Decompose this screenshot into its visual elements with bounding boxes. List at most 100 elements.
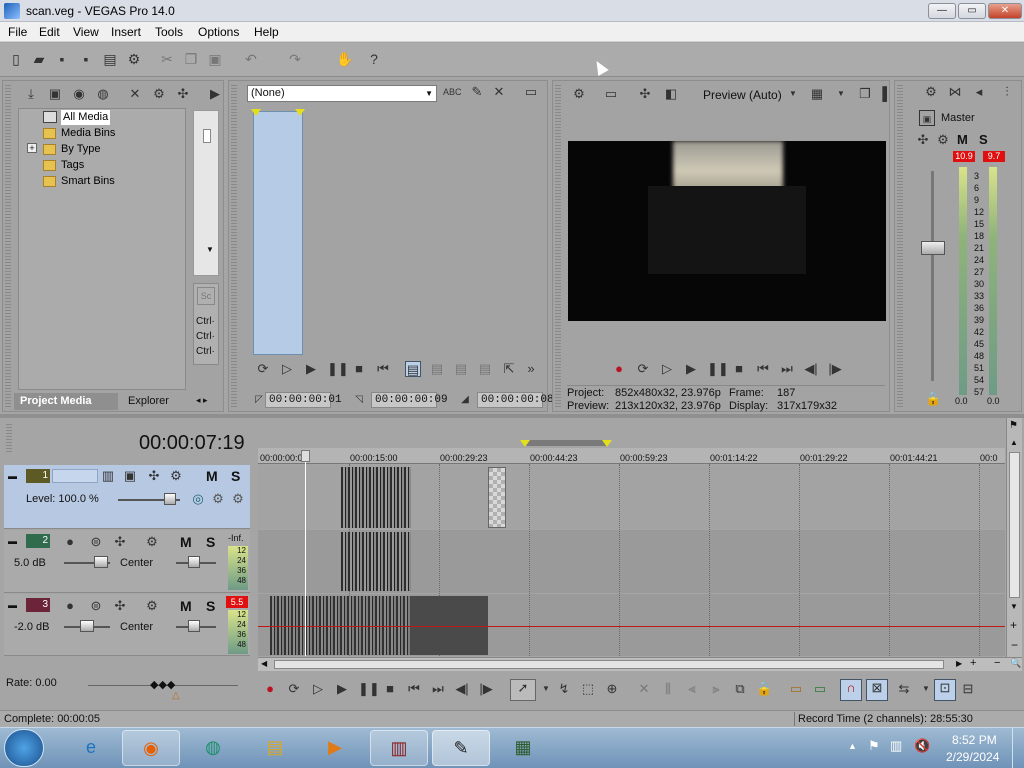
maximize-button[interactable]: ▭ bbox=[958, 3, 986, 19]
tree-item-smart-bins[interactable]: Smart Bins bbox=[61, 174, 115, 189]
tray-expand-icon[interactable]: ▲ bbox=[848, 741, 857, 751]
loop-icon[interactable]: ⟳ bbox=[286, 681, 302, 697]
add-region-icon[interactable]: ⇱ bbox=[501, 361, 517, 377]
invert-phase-icon[interactable]: ⊜ bbox=[88, 534, 104, 550]
playhead-cursor[interactable] bbox=[305, 450, 306, 656]
track-motion-icon[interactable]: ▣ bbox=[122, 468, 138, 484]
auto-crossfade-icon[interactable]: ⊠ bbox=[866, 679, 888, 701]
taskbar-clock-time[interactable]: 8:52 PM bbox=[952, 733, 997, 747]
zoom-in-icon[interactable]: + bbox=[970, 657, 976, 669]
loop-start-marker[interactable] bbox=[520, 440, 530, 447]
chevron-down-icon[interactable]: ▼ bbox=[833, 86, 849, 102]
master-fx-icon[interactable]: ⚙ bbox=[935, 132, 951, 148]
tab-explorer[interactable]: Explorer bbox=[122, 393, 186, 410]
solo-button[interactable]: S bbox=[231, 468, 240, 484]
play-icon[interactable]: ▶ bbox=[207, 86, 223, 102]
level-slider-handle[interactable] bbox=[164, 493, 176, 505]
trimmer-timecode-in[interactable]: 00:00:00:01 bbox=[265, 392, 342, 408]
previous-frame-icon[interactable]: ◀| bbox=[454, 681, 470, 697]
vscroll-thumb[interactable] bbox=[1009, 452, 1020, 598]
video-fx-icon[interactable]: ◧ bbox=[663, 86, 679, 102]
chevron-down-icon[interactable]: ▼ bbox=[538, 681, 554, 697]
tab-project-media[interactable]: Project Media bbox=[14, 393, 118, 410]
mute-button[interactable]: M bbox=[180, 598, 192, 614]
copy-snapshot-icon[interactable]: ❐ bbox=[857, 86, 873, 102]
pause-icon[interactable]: ❚❚ bbox=[707, 361, 729, 377]
trimmer-clip[interactable] bbox=[253, 111, 303, 355]
action-center-flag-icon[interactable]: ⚑ bbox=[868, 738, 880, 754]
audio-clip-events-2[interactable] bbox=[341, 532, 411, 591]
remove-icon[interactable]: ✕ bbox=[127, 86, 143, 102]
ignore-grouping-icon[interactable]: ⊟ bbox=[960, 681, 976, 697]
trim-start-icon[interactable]: ⫷ bbox=[684, 681, 700, 697]
help-icon[interactable]: ? bbox=[366, 51, 382, 67]
scroll-right-icon[interactable]: ▶ bbox=[956, 659, 962, 668]
capture-icon[interactable]: ▣ bbox=[47, 86, 63, 102]
previous-frame-icon[interactable]: ◀| bbox=[803, 361, 819, 377]
compositing-icon[interactable]: ◎ bbox=[190, 491, 206, 507]
lock-envelopes-icon[interactable]: ⊡ bbox=[934, 679, 956, 701]
mute-button[interactable]: M bbox=[180, 534, 192, 550]
go-to-end-icon[interactable]: ⏭ bbox=[779, 361, 795, 377]
zoom-out-icon[interactable]: − bbox=[1011, 638, 1018, 652]
trimmer-in-marker[interactable] bbox=[251, 109, 261, 116]
auto-ripple-icon[interactable]: ⇆ bbox=[896, 681, 912, 697]
zoom-in-icon[interactable]: + bbox=[1010, 618, 1017, 632]
new-icon[interactable]: ▯ bbox=[8, 51, 24, 67]
properties-icon[interactable]: ⚙ bbox=[151, 86, 167, 102]
get-media-icon[interactable]: ◉ bbox=[71, 86, 87, 102]
show-desktop-button[interactable] bbox=[1012, 728, 1024, 768]
clear-icon[interactable]: ✎ bbox=[469, 84, 485, 100]
master-solo-button[interactable]: S bbox=[979, 132, 988, 147]
menu-help[interactable]: Help bbox=[254, 25, 279, 39]
loop-icon[interactable]: ⟳ bbox=[635, 361, 651, 377]
track-settings-icon[interactable]: ⚙ bbox=[144, 534, 160, 550]
media-scrollbar[interactable]: ▼ bbox=[193, 110, 219, 276]
playhead-handle[interactable] bbox=[301, 450, 310, 462]
track-header-1[interactable]: ▬ 1 ▥ ▣ ✣ ⚙ M S Level: 100.0 % ◎ ⚙ ⚙ bbox=[4, 465, 250, 529]
trimmer-out-marker[interactable] bbox=[295, 109, 305, 116]
stop-icon[interactable]: ■ bbox=[351, 361, 367, 377]
minimize-button[interactable]: — bbox=[928, 3, 956, 19]
parent-icon[interactable]: ⚙ bbox=[230, 491, 246, 507]
loop-region-bar[interactable] bbox=[524, 440, 608, 446]
zoom-out-icon[interactable]: − bbox=[994, 657, 1000, 669]
close-button[interactable]: ✕ bbox=[988, 3, 1022, 19]
marker-flag-icon[interactable]: ⚑ bbox=[1009, 420, 1018, 431]
menu-insert[interactable]: Insert bbox=[111, 25, 141, 39]
save-icon[interactable]: ▪ bbox=[54, 51, 70, 67]
master-fader-handle[interactable] bbox=[921, 241, 945, 255]
scroll-down-icon[interactable]: ▼ bbox=[1010, 602, 1018, 611]
remove-icon[interactable]: ✕ bbox=[491, 84, 507, 100]
menu-options[interactable]: Options bbox=[198, 25, 239, 39]
collapse-icon[interactable]: ▬ bbox=[8, 536, 17, 546]
video-clip-events[interactable] bbox=[341, 467, 411, 528]
tree-item-media-bins[interactable]: Media Bins bbox=[61, 126, 115, 141]
copy-icon[interactable]: ❐ bbox=[183, 51, 199, 67]
selection-tool-icon[interactable]: ⬚ bbox=[580, 681, 596, 697]
mask-icon[interactable]: ⚙ bbox=[210, 491, 226, 507]
master-properties-icon[interactable]: ⚙ bbox=[923, 84, 939, 100]
loop-end-marker[interactable] bbox=[602, 440, 612, 447]
undo-icon[interactable]: ↶ bbox=[243, 51, 259, 67]
play-icon[interactable]: ▶ bbox=[334, 681, 350, 697]
fx-icon[interactable]: ✣ bbox=[175, 86, 191, 102]
play-from-start-icon[interactable]: ▷ bbox=[310, 681, 326, 697]
next-frame-icon[interactable]: |▶ bbox=[827, 361, 843, 377]
record-icon[interactable]: ● bbox=[262, 681, 278, 697]
paste-icon[interactable]: ▣ bbox=[207, 51, 223, 67]
pan-slider-handle[interactable] bbox=[188, 620, 200, 632]
whats-this-icon[interactable]: ✋ bbox=[336, 51, 353, 67]
region-icon[interactable]: ▭ bbox=[812, 681, 828, 697]
pause-icon[interactable]: ❚❚ bbox=[327, 361, 349, 377]
volume-icon[interactable]: 🔇 bbox=[914, 738, 930, 754]
stop-icon[interactable]: ■ bbox=[731, 361, 747, 377]
record-icon[interactable]: ● bbox=[611, 361, 627, 377]
split-screen-icon[interactable]: ✣ bbox=[637, 86, 653, 102]
trimmer-source-dropdown[interactable]: (None) ▼ bbox=[247, 85, 437, 102]
expand-toggle[interactable]: + bbox=[27, 143, 37, 153]
overwrite-icon[interactable]: ▤ bbox=[429, 361, 445, 377]
loop-icon[interactable]: ⟳ bbox=[255, 361, 271, 377]
chevron-down-icon[interactable]: ▼ bbox=[785, 86, 801, 102]
web-icon[interactable]: ◍ bbox=[95, 86, 111, 102]
